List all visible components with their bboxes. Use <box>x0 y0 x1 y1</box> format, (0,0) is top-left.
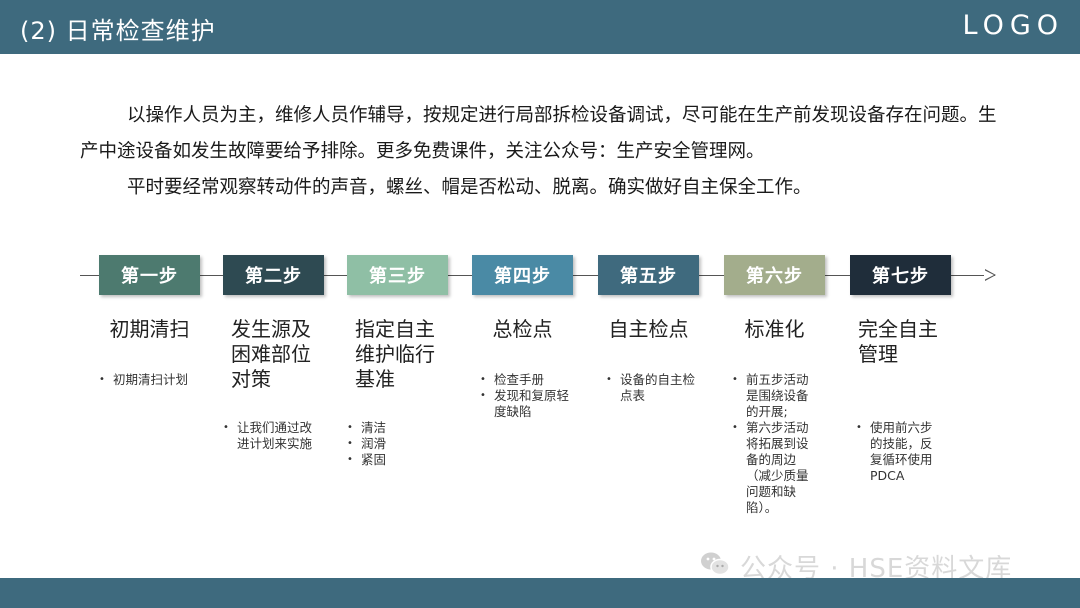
step-column-5: 第五步 自主检点 设备的自主检点表 <box>598 255 708 404</box>
step-heading-3: 指定自主维护临行基准 <box>355 317 435 391</box>
list-item: 初期清扫计划 <box>99 372 191 388</box>
list-item: 设备的自主检点表 <box>606 372 698 404</box>
step-bullets-5: 设备的自主检点表 <box>606 372 698 404</box>
list-item: 发现和复原轻度缺陷 <box>480 388 572 420</box>
step-heading-6: 标准化 <box>744 317 805 341</box>
step-column-7: 第七步 完全自主管理 使用前六步的技能，反复循环使用PDCA <box>850 255 960 484</box>
step-badge-3: 第三步 <box>347 255 448 295</box>
step-badge-7: 第七步 <box>850 255 951 295</box>
step-column-2: 第二步 发生源及困难部位对策 让我们通过改进计划来实施 <box>223 255 333 452</box>
list-item: 紧固 <box>347 452 439 468</box>
step-heading-2: 发生源及困难部位对策 <box>231 317 311 391</box>
step-heading-1: 初期清扫 <box>109 317 190 341</box>
logo: LOGO <box>962 10 1064 41</box>
step-heading-5: 自主检点 <box>608 317 689 341</box>
list-item: 润滑 <box>347 436 439 452</box>
list-item: 检查手册 <box>480 372 572 388</box>
list-item: 第六步活动将拓展到设备的周边 <box>732 420 812 468</box>
list-item: 前五步活动是围绕设备的开展; <box>732 372 812 420</box>
body-paragraph-1: 以操作人员为主，维修人员作辅导，按规定进行局部拆检设备调试，尽可能在生产前发现设… <box>80 105 997 162</box>
wechat-icon <box>701 552 730 576</box>
step-heading-7: 完全自主管理 <box>858 317 938 366</box>
step-badge-4: 第四步 <box>472 255 573 295</box>
list-item: 使用前六步的技能，反复循环使用PDCA <box>856 420 942 484</box>
body-paragraph-2: 平时要经常观察转动件的声音，螺丝、帽是否松动、脱离。确实做好自主保全工作。 <box>127 177 812 198</box>
step-bullets-4: 检查手册 发现和复原轻度缺陷 <box>480 372 572 420</box>
header-bar: (2) 日常检查维护 LOGO <box>0 0 1080 54</box>
step-column-1: 第一步 初期清扫 初期清扫计划 <box>99 255 209 388</box>
step-bullets-3: 清洁 润滑 紧固 <box>347 420 439 468</box>
step-badge-2: 第二步 <box>223 255 324 295</box>
list-item: （减少质量问题和缺陷）。 <box>746 468 809 515</box>
step-bullets-6: 前五步活动是围绕设备的开展; 第六步活动将拓展到设备的周边 （减少质量问题和缺陷… <box>732 372 812 516</box>
step-bullets-7: 使用前六步的技能，反复循环使用PDCA <box>856 420 942 484</box>
step-bullets-2: 让我们通过改进计划来实施 <box>223 420 315 452</box>
timeline-arrow-icon <box>984 269 996 281</box>
step-badge-1: 第一步 <box>99 255 200 295</box>
step-badge-5: 第五步 <box>598 255 699 295</box>
step-bullets-1: 初期清扫计划 <box>99 372 191 388</box>
list-item: 清洁 <box>347 420 439 436</box>
step-column-4: 第四步 总检点 检查手册 发现和复原轻度缺陷 <box>472 255 582 420</box>
step-heading-4: 总检点 <box>492 317 553 341</box>
step-column-6: 第六步 标准化 前五步活动是围绕设备的开展; 第六步活动将拓展到设备的周边 （减… <box>724 255 834 516</box>
footer-bar <box>0 578 1080 608</box>
step-column-3: 第三步 指定自主维护临行基准 清洁 润滑 紧固 <box>347 255 457 468</box>
page-title: (2) 日常检查维护 <box>20 17 216 45</box>
step-badge-6: 第六步 <box>724 255 825 295</box>
list-item: 让我们通过改进计划来实施 <box>223 420 315 452</box>
